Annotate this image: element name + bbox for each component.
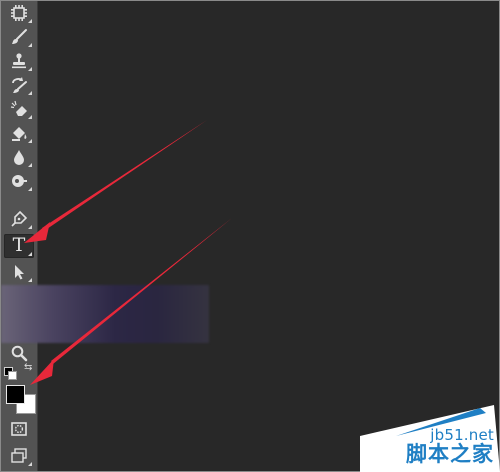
type-icon: T xyxy=(12,234,26,256)
default-colors-back xyxy=(8,371,17,380)
flyout-indicator xyxy=(28,163,32,167)
marquee-tool[interactable] xyxy=(4,1,34,25)
flyout-indicator xyxy=(28,278,32,282)
blur-tool[interactable] xyxy=(4,145,34,169)
quick-mask-icon xyxy=(11,422,27,436)
dodge-tool[interactable] xyxy=(4,169,34,193)
eraser-tool[interactable] xyxy=(4,97,34,121)
screen-mode[interactable] xyxy=(4,444,34,468)
flyout-indicator xyxy=(28,43,32,47)
type-tool[interactable]: T xyxy=(4,234,34,258)
watermark: jb51.net 脚本之家 xyxy=(360,400,500,472)
flyout-indicator xyxy=(28,139,32,143)
clone-stamp-tool[interactable] xyxy=(4,49,34,73)
magnifier-icon xyxy=(11,345,28,362)
flyout-indicator xyxy=(28,115,32,119)
brush-tool[interactable] xyxy=(4,25,34,49)
blurred-region xyxy=(1,285,209,343)
watermark-site-name: 脚本之家 xyxy=(406,441,494,466)
pen-tool[interactable] xyxy=(4,207,34,231)
dodge-icon xyxy=(12,175,27,187)
brush-icon xyxy=(12,29,27,44)
paint-bucket-tool[interactable] xyxy=(4,121,34,145)
swap-colors-icon[interactable]: ⇆ xyxy=(24,363,32,373)
quick-mask[interactable] xyxy=(4,417,34,441)
foreground-color-swatch[interactable] xyxy=(6,385,25,404)
screen-mode-icon xyxy=(11,448,27,463)
history-brush-tool[interactable] xyxy=(4,73,34,97)
flyout-indicator xyxy=(28,91,32,95)
flyout-indicator xyxy=(28,187,32,191)
flyout-indicator xyxy=(28,19,32,23)
paint-bucket-icon xyxy=(12,127,27,141)
flyout-indicator xyxy=(28,462,32,466)
flyout-indicator xyxy=(28,67,32,71)
history-brush-icon xyxy=(12,77,27,93)
arrow-icon xyxy=(15,265,24,280)
path-selection-tool[interactable] xyxy=(4,260,34,284)
tools-panel: T ⇆ xyxy=(1,1,38,471)
pen-icon xyxy=(11,210,28,227)
stamp-icon xyxy=(12,53,26,69)
flyout-indicator xyxy=(28,225,32,229)
color-swatches: ⇆ xyxy=(4,363,36,415)
flyout-indicator xyxy=(28,252,32,256)
eraser-icon xyxy=(10,100,27,116)
film-strip-icon xyxy=(11,5,27,21)
drop-icon xyxy=(14,150,24,165)
